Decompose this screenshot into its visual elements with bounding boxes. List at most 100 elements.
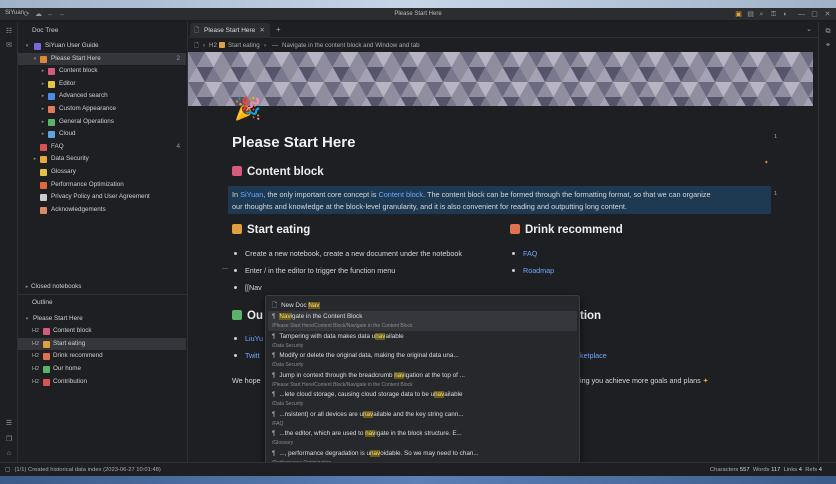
popup-result-path: /Data Security (272, 401, 304, 407)
graph-right-icon[interactable]: ⚭ (824, 42, 832, 50)
bullet-item-editing[interactable]: [[Nav (234, 283, 262, 292)
bookmark-dock-icon[interactable]: ✉ (5, 42, 13, 50)
breadcrumb-section[interactable]: Start eating (228, 39, 260, 52)
chevron-right-icon[interactable]: ▸ (40, 78, 46, 91)
heading-drink-recommend[interactable]: Drink recommend (510, 224, 623, 236)
inbox-icon[interactable]: ▣ (734, 10, 743, 19)
tab-close-icon[interactable]: ✕ (260, 23, 265, 38)
bullet-item[interactable]: FAQ (512, 249, 537, 258)
content-block-link[interactable]: Content block (378, 190, 423, 199)
doc-emoji-icon[interactable]: 🎉 (234, 96, 261, 122)
bullet-item[interactable]: Twitt (234, 351, 260, 360)
bullet-item[interactable]: Create a new notebook, create a new docu… (234, 249, 462, 258)
popup-result-item[interactable]: 🗋 New Doc Nav (268, 298, 577, 311)
tree-item[interactable]: ▾ Please Start Here 2 (18, 52, 186, 66)
chevron-right-icon[interactable]: ▸ (40, 128, 46, 141)
outline-right-icon[interactable]: ⧉ (824, 28, 832, 36)
heading-our-home[interactable]: Ou (232, 310, 263, 322)
chevron-right-icon[interactable]: ▸ (32, 153, 38, 166)
chevron-right-icon[interactable]: ▸ (40, 116, 46, 129)
tab-please-start-here[interactable]: 🗋 Please Start Here ✕ (190, 23, 270, 38)
chevron-down-icon[interactable]: ▾ (24, 313, 30, 326)
message-icon[interactable]: ▢ (5, 467, 10, 473)
chevron-right-icon[interactable]: ▸ (40, 65, 46, 78)
outline-item[interactable]: H2 Content block (18, 325, 186, 338)
popup-result-item[interactable]: ¶ Modify or delete the original data, mak… (268, 350, 577, 370)
liuyun-link[interactable]: LiuYu (245, 334, 263, 343)
chevron-right-icon[interactable]: ▸ (24, 281, 30, 294)
outline-dock-icon[interactable]: ☰ (5, 420, 13, 428)
tree-item[interactable]: Acknowledgements (18, 204, 186, 217)
heading-level-tag: H2 (32, 378, 40, 385)
content-block-paragraph[interactable]: In SiYuan, the only important core conce… (232, 189, 772, 213)
tab-menu-icon[interactable]: ⌄ (806, 23, 812, 37)
popup-result-item[interactable]: ¶ ...the editor, which are used to naviga… (268, 428, 577, 448)
heading-emoji-icon (43, 365, 50, 373)
outline-item[interactable]: H2 Start eating (18, 337, 186, 351)
title-ref-count[interactable]: 1 (774, 134, 777, 140)
marketplace-link[interactable]: ketplace (580, 351, 607, 360)
notebook-row[interactable]: ▾ SiYuan User Guide (18, 40, 186, 53)
tree-item[interactable]: Glossary (18, 166, 186, 179)
tree-item[interactable]: FAQ 4 (18, 141, 186, 154)
popup-result-item[interactable]: ¶ ...lete cloud storage, causing cloud st… (268, 389, 577, 409)
lock-icon[interactable]: ⚿ (769, 10, 778, 19)
outline-item[interactable]: H2 Our home (18, 363, 186, 376)
outline-item[interactable]: H2 Drink recommend (18, 350, 186, 363)
outline-item[interactable]: H2 Contribution (18, 376, 186, 389)
drag-handle-icon[interactable]: — (222, 266, 228, 272)
theme-icon[interactable]: ◐ (781, 10, 790, 19)
chevron-right-icon[interactable]: ▸ (40, 90, 46, 103)
popup-result-item[interactable]: ¶ Tampering with data makes data unavaila… (268, 331, 577, 351)
tree-item[interactable]: ▸ Cloud (18, 128, 186, 141)
roadmap-link[interactable]: Roadmap (523, 266, 554, 275)
para-ref-count[interactable]: 1 (774, 191, 777, 197)
popup-result-text: New Doc Nav (281, 302, 320, 309)
we-hope-paragraph-end[interactable]: ing you achieve more goals and plans ✦ (580, 376, 709, 385)
content-block-emoji (232, 166, 242, 176)
we-hope-paragraph[interactable]: We hope (232, 376, 261, 385)
search-icon[interactable]: ⌕ (757, 10, 766, 19)
doc-title[interactable]: Please Start Here (232, 134, 355, 151)
faq-link[interactable]: FAQ (523, 249, 537, 258)
bullet-item[interactable]: Enter / in the editor to trigger the fun… (234, 266, 395, 275)
outline-item[interactable]: ▾ Please Start Here (18, 313, 186, 326)
tree-item[interactable]: ▸ Custom Appearance (18, 103, 186, 116)
marketplace-link-text[interactable]: ketplace (580, 351, 607, 360)
tree-item[interactable]: ▸ General Operations (18, 116, 186, 129)
pin-icon[interactable]: ✦ (764, 160, 769, 166)
maximize-icon[interactable]: ▢ (810, 10, 819, 19)
card-icon[interactable]: ▤ (746, 10, 755, 19)
chevron-down-icon[interactable]: ▾ (32, 53, 38, 66)
tree-item[interactable]: Privacy Policy and User Agreement (18, 191, 186, 204)
breadcrumb-h2-tag[interactable]: H2 (209, 39, 217, 52)
closed-notebooks-label: Closed notebooks (31, 283, 82, 290)
closed-notebooks-row[interactable]: ▸ Closed notebooks (18, 281, 186, 294)
popup-result-item[interactable]: ¶ Jump in context through the breadcrumb … (268, 370, 577, 390)
close-icon[interactable]: ✕ (823, 10, 832, 19)
heading-start-eating[interactable]: Start eating (232, 224, 310, 236)
chevron-right-icon[interactable]: ▸ (40, 103, 46, 116)
bullet-item[interactable]: LiuYu (234, 334, 263, 343)
breadcrumb-block[interactable]: Navigate in the content block and Window… (282, 39, 420, 52)
tree-item[interactable]: Performance Optimization (18, 179, 186, 192)
tag-dock-icon[interactable]: ⌂ (5, 450, 13, 458)
breadcrumb-doc-icon[interactable]: 🗋 (194, 39, 199, 52)
bullet-text: Enter / in the editor to trigger the fun… (245, 266, 396, 275)
new-tab-icon[interactable]: + (276, 23, 281, 37)
tree-item[interactable]: ▸ Advanced search (18, 90, 186, 103)
popup-result-item[interactable]: ¶ ...nsistent) or all devices are unavail… (268, 409, 577, 429)
doc-tree-dock-icon[interactable]: ☷ (5, 28, 13, 36)
chevron-down-icon[interactable]: ▾ (24, 40, 30, 53)
bookmarks-dock-icon[interactable]: ❐ (5, 436, 13, 444)
heading-contribution-partial[interactable]: tion (580, 310, 601, 322)
tree-item[interactable]: ▸ Data Security (18, 153, 186, 166)
tree-item[interactable]: ▸ Editor (18, 78, 186, 91)
heading-content-block[interactable]: Content block (232, 166, 324, 178)
bullet-item[interactable]: Roadmap (512, 266, 554, 275)
tree-item[interactable]: ▸ Content block (18, 65, 186, 78)
twitter-link[interactable]: Twitt (245, 351, 260, 360)
popup-result-item[interactable]: ¶ Navigate in the Content Block/Please St… (268, 311, 577, 331)
siyuan-link[interactable]: SiYuan (240, 190, 263, 199)
minimize-icon[interactable]: — (797, 10, 806, 19)
